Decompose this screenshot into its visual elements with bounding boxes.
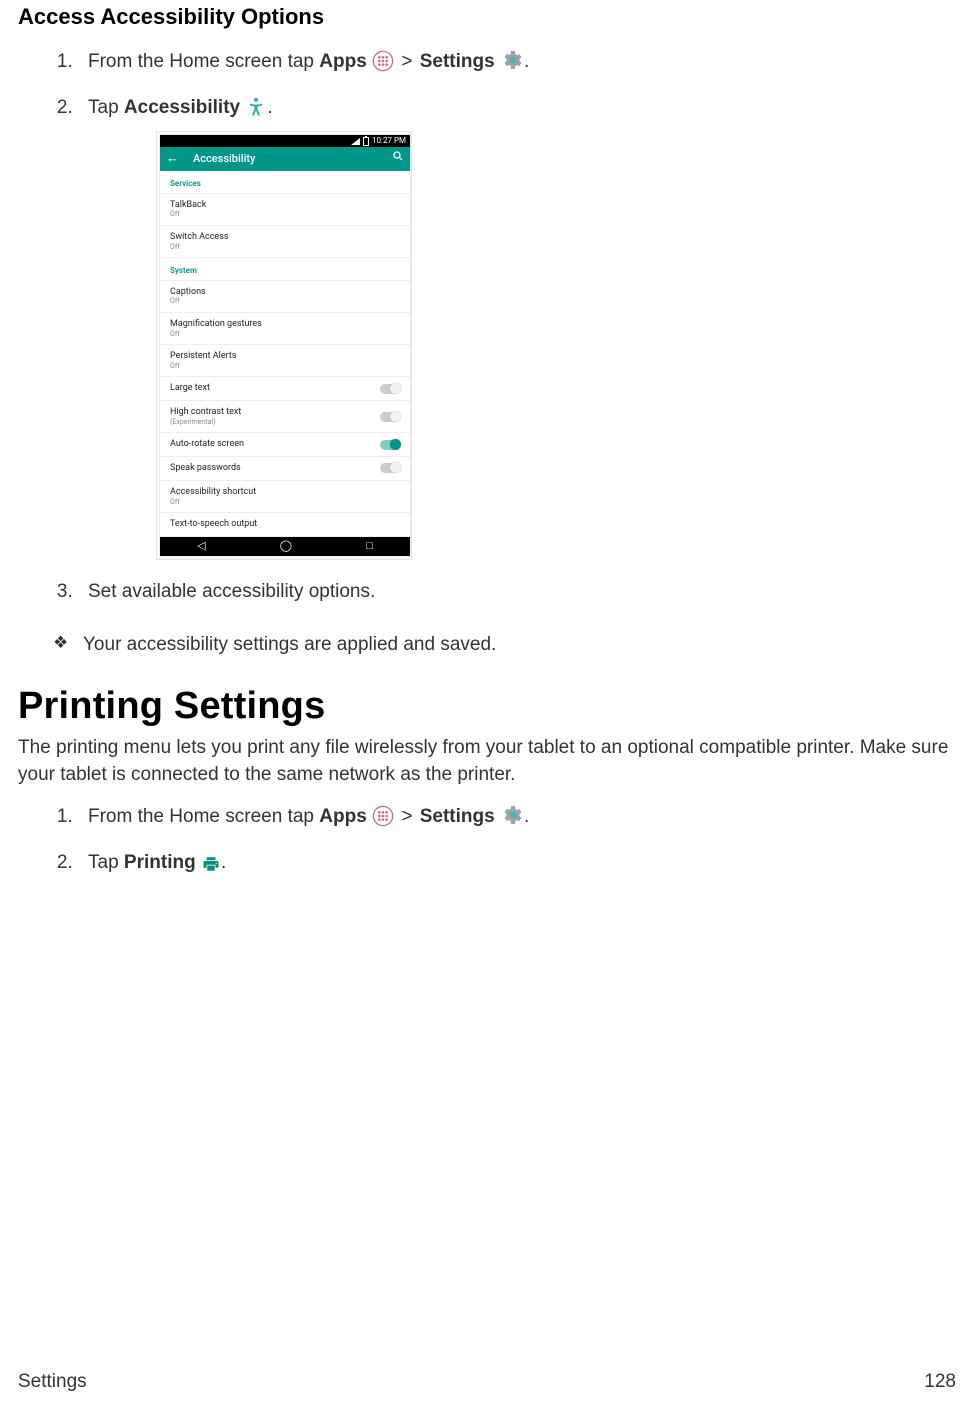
row-captions: CaptionsOff — [160, 281, 410, 313]
settings-gear-icon — [500, 803, 524, 827]
step-item: Tap Printing . — [78, 849, 956, 877]
nav-home-icon: ◯ — [280, 538, 292, 554]
footer-page-number: 128 — [924, 1371, 956, 1393]
row-title: Persistent Alerts — [170, 351, 400, 362]
step-suffix: . — [524, 806, 529, 827]
app-bar-title: Accessibility — [193, 151, 255, 167]
switch-on-icon — [380, 440, 400, 450]
apps-label: Apps — [319, 51, 367, 72]
step-item: From the Home screen tap Apps > Settings… — [78, 803, 956, 831]
row-sub: Off — [170, 330, 400, 338]
back-arrow-icon: ← — [166, 150, 179, 169]
settings-label: Settings — [420, 806, 495, 827]
row-tts: Text-to-speech output — [160, 513, 410, 537]
accessibility-label: Accessibility — [124, 97, 240, 118]
step-text: From the Home screen tap — [88, 806, 319, 827]
steps-list-printing: From the Home screen tap Apps > Settings… — [18, 803, 956, 876]
category-system: System — [160, 258, 410, 281]
printing-description: The printing menu lets you print any fil… — [18, 734, 956, 789]
row-title: Magnification gestures — [170, 319, 400, 330]
settings-label: Settings — [420, 51, 495, 72]
apps-label: Apps — [319, 806, 367, 827]
step-item: Tap Accessibility . 10:27 PM ← Accessibi… — [78, 94, 956, 560]
result-text: Your accessibility settings are applied … — [83, 634, 496, 655]
row-sub: Off — [170, 362, 400, 370]
printer-icon — [201, 855, 221, 873]
status-bar: 10:27 PM — [160, 135, 410, 147]
row-title: High contrast text — [170, 407, 380, 418]
switch-off-icon — [380, 412, 400, 422]
row-auto-rotate: Auto-rotate screen — [160, 433, 410, 457]
row-title: TalkBack — [170, 200, 400, 211]
apps-icon — [372, 50, 394, 72]
nav-back-icon: ◁ — [197, 538, 205, 554]
app-bar: ← Accessibility — [160, 147, 410, 171]
result-item: Your accessibility settings are applied … — [53, 631, 956, 659]
row-large-text: Large text — [160, 377, 410, 401]
row-title: Large text — [170, 383, 380, 394]
screenshot-accessibility-settings: 10:27 PM ← Accessibility Services TalkBa… — [156, 131, 412, 560]
row-sub: Off — [170, 243, 400, 251]
row-accessibility-shortcut: Accessibility shortcutOff — [160, 481, 410, 513]
step-item: From the Home screen tap Apps > Settings… — [78, 48, 956, 76]
switch-off-icon — [380, 463, 400, 473]
printing-label: Printing — [124, 852, 196, 873]
row-title: Text-to-speech output — [170, 519, 400, 530]
row-sub: Off — [170, 297, 400, 305]
row-talkback: TalkBackOff — [160, 194, 410, 226]
row-title: Switch Access — [170, 232, 400, 243]
row-speak-passwords: Speak passwords — [160, 457, 410, 481]
separator-gt: > — [399, 803, 414, 831]
document-page: Access Accessibility Options From the Ho… — [0, 0, 974, 1421]
step-text: From the Home screen tap — [88, 51, 319, 72]
row-title: Auto-rotate screen — [170, 439, 380, 450]
row-high-contrast: High contrast text(Experimental) — [160, 401, 410, 433]
step-suffix: . — [221, 852, 226, 873]
step-text: Set available accessibility options. — [88, 581, 375, 602]
row-switch-access: Switch AccessOff — [160, 226, 410, 258]
category-services: Services — [160, 171, 410, 194]
row-title: Speak passwords — [170, 463, 380, 474]
accessibility-person-icon — [245, 96, 267, 118]
apps-icon — [372, 805, 394, 827]
step-suffix: . — [524, 51, 529, 72]
footer-section: Settings — [18, 1371, 87, 1393]
status-time: 10:27 PM — [372, 135, 406, 147]
row-sub: Off — [170, 498, 400, 506]
heading-access-accessibility: Access Accessibility Options — [18, 4, 956, 30]
separator-gt: > — [399, 48, 414, 76]
page-footer: Settings 128 — [18, 1371, 956, 1393]
step-item: Set available accessibility options. — [78, 578, 956, 606]
step-suffix: . — [267, 97, 272, 118]
search-icon — [392, 150, 404, 167]
result-list: Your accessibility settings are applied … — [18, 631, 956, 659]
steps-list-accessibility: From the Home screen tap Apps > Settings… — [18, 48, 956, 605]
switch-off-icon — [380, 384, 400, 394]
row-magnification: Magnification gesturesOff — [160, 313, 410, 345]
row-title: Captions — [170, 287, 400, 298]
row-sub: Off — [170, 210, 400, 218]
settings-gear-icon — [500, 48, 524, 72]
android-nav-bar: ◁ ◯ □ — [160, 537, 410, 556]
signal-icon — [351, 138, 360, 145]
row-title: Accessibility shortcut — [170, 487, 400, 498]
step-text: Tap — [88, 852, 124, 873]
battery-icon — [363, 137, 369, 146]
row-sub: (Experimental) — [170, 418, 380, 426]
row-persistent-alerts: Persistent AlertsOff — [160, 345, 410, 377]
heading-printing-settings: Printing Settings — [18, 685, 956, 728]
step-text: Tap — [88, 97, 124, 118]
nav-recents-icon: □ — [366, 538, 373, 554]
